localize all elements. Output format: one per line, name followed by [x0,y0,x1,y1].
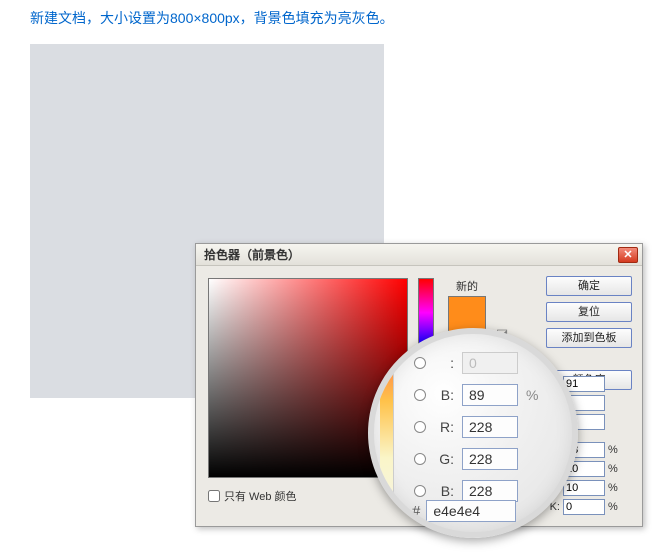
new-color-swatch [449,297,485,324]
percent-unit: % [608,501,618,513]
hsb-b-radio[interactable] [414,389,426,401]
hex-row: # e4e4e4 [412,500,516,522]
rgb-g-radio[interactable] [414,453,426,465]
ok-button[interactable]: 确定 [546,276,632,296]
web-only-checkbox[interactable]: 只有 Web 颜色 [208,488,297,504]
cmyk-y-input[interactable] [563,480,605,496]
rgb-r-radio[interactable] [414,421,426,433]
dialog-titlebar[interactable]: 拾色器（前景色） ✕ [196,244,642,266]
hsb-h-radio[interactable] [414,357,426,369]
percent-unit: % [526,387,540,403]
rgb-r-value[interactable]: 228 [462,416,518,438]
rgb-g-value[interactable]: 228 [462,448,518,470]
instruction-text: 新建文档，大小设置为800×800px，背景色填充为亮灰色。 [0,0,652,28]
magnified-fields: : 0 B: 89 % R: 228 G: 228 B: 228 [414,352,540,502]
rgb-b-label: B: [434,483,454,499]
new-swatch-label: 新的 [448,278,486,294]
rgb-b-value[interactable]: 228 [462,480,518,502]
percent-unit: % [608,444,618,456]
magnifier-lens: : 0 B: 89 % R: 228 G: 228 B: 228 [368,328,578,538]
hex-input[interactable]: e4e4e4 [426,500,516,522]
add-swatch-button[interactable]: 添加到色板 [546,328,632,348]
close-icon: ✕ [623,248,632,261]
percent-unit: % [608,482,618,494]
cmyk-k-input[interactable] [563,499,605,515]
rgb-r-label: R: [434,419,454,435]
lab-L-input[interactable] [563,376,605,392]
magnified-hue-strip [380,344,394,534]
rgb-g-label: G: [434,451,454,467]
hex-hash: # [412,503,420,520]
dialog-title: 拾色器（前景色） [204,246,300,263]
hsb-h-value: 0 [462,352,518,374]
hsb-h-label: : [434,355,454,371]
web-only-input[interactable] [208,490,220,502]
hsb-b-value[interactable]: 89 [462,384,518,406]
percent-unit: % [608,463,618,475]
close-button[interactable]: ✕ [618,247,638,263]
rgb-b-radio[interactable] [414,485,426,497]
hsb-b-label: B: [434,387,454,403]
web-only-label: 只有 Web 颜色 [224,488,297,504]
reset-button[interactable]: 复位 [546,302,632,322]
